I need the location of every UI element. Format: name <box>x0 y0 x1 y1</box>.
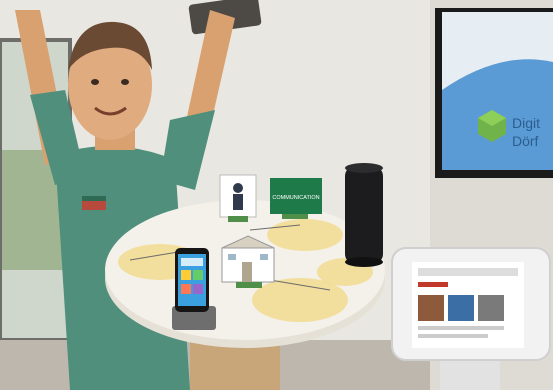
table-illustration-zone <box>267 219 343 251</box>
wall-monitor: Digit Dörf <box>435 8 553 178</box>
communication-sign: COMMUNICATION <box>270 178 322 219</box>
monitor-brand-line2: Dörf <box>512 133 539 149</box>
communication-label: COMMUNICATION <box>272 195 319 201</box>
smart-speaker <box>345 163 383 267</box>
figure-card <box>219 174 257 222</box>
monitor-brand-line1: Digit <box>512 115 540 131</box>
photo-scene: Digit Dörf COMMUNICATION <box>0 0 553 390</box>
